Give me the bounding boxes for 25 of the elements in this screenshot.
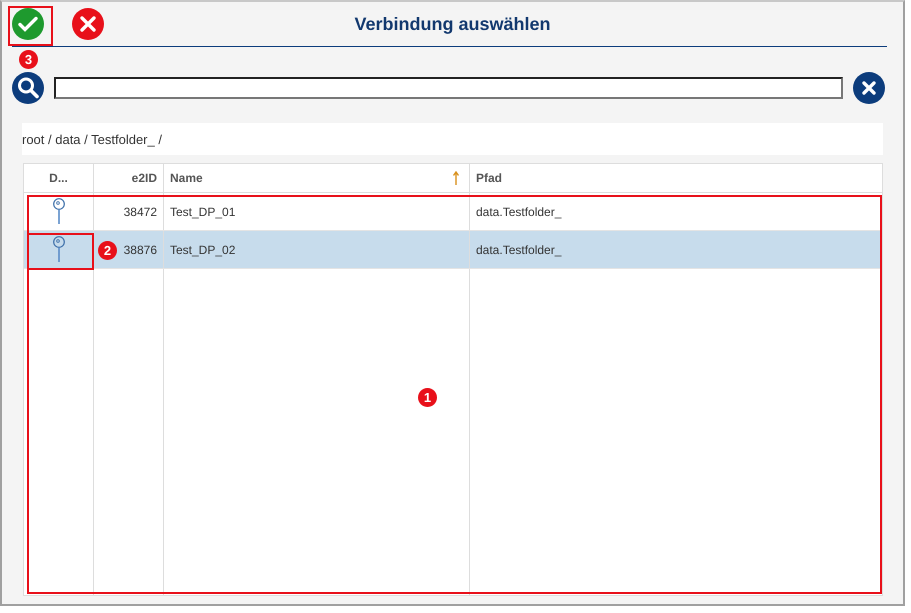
column-header[interactable]: D... <box>24 164 94 192</box>
column-header[interactable]: Name <box>164 164 470 192</box>
table-cell: Test_DP_02 <box>170 242 236 256</box>
confirm-button[interactable] <box>12 8 44 40</box>
dialog-title: Verbindung auswählen <box>354 14 551 35</box>
cancel-button[interactable] <box>72 8 104 40</box>
close-icon <box>72 8 104 40</box>
table-cell: Test_DP_01 <box>170 204 236 218</box>
search-field[interactable] <box>54 77 843 99</box>
highlight-frame <box>8 6 53 46</box>
checkmark-icon <box>12 8 44 40</box>
table-cell: 38472 <box>124 204 157 218</box>
pin-icon <box>52 236 66 264</box>
table-cell: data.Testfolder_ <box>476 204 562 218</box>
pin-icon <box>52 198 66 226</box>
breadcrumb-path[interactable]: root / data / Testfolder_ / <box>22 132 162 146</box>
search-icon <box>12 72 44 104</box>
clear-button[interactable] <box>853 72 885 104</box>
table-cell: data.Testfolder_ <box>476 242 562 256</box>
search-button[interactable] <box>12 72 44 104</box>
table-cell: 38876 <box>124 242 157 256</box>
column-header[interactable]: Pfad <box>470 164 882 192</box>
callout-badge: 3 <box>19 50 38 69</box>
close-icon <box>853 72 885 104</box>
column-header[interactable]: e2ID <box>94 164 164 192</box>
